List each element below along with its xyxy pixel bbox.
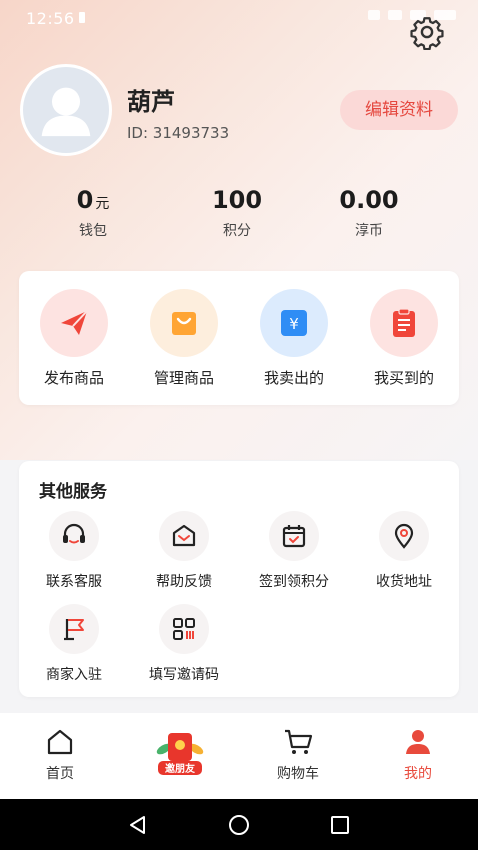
bought-items-button[interactable]: 我买到的	[349, 289, 459, 388]
stat-wallet-value: 0	[76, 186, 94, 214]
other-services-card: 其他服务 联系客服 帮助反馈 签到领积分 收货地址 商家入驻 填写邀请码	[19, 461, 459, 697]
manage-items-label: 管理商品	[153, 369, 214, 387]
help-feedback-label: 帮助反馈	[156, 574, 212, 590]
tab-cart[interactable]: 购物车	[238, 713, 358, 799]
checkin-points-label: 签到领积分	[259, 574, 329, 590]
invite-code-button[interactable]: 填写邀请码	[129, 604, 239, 684]
headset-icon	[49, 511, 99, 561]
stat-points[interactable]: 100 积分	[177, 186, 297, 240]
stat-wallet[interactable]: 0元 钱包	[33, 186, 153, 240]
invite-friends-badge-icon: 邀朋友	[120, 723, 240, 779]
help-feedback-button[interactable]: 帮助反馈	[129, 511, 239, 591]
avatar-placeholder-icon	[41, 87, 91, 137]
tab-mine[interactable]: 我的	[358, 713, 478, 799]
location-pin-icon	[379, 511, 429, 561]
status-bar: 12:56	[0, 0, 478, 36]
publish-item-label: 发布商品	[43, 369, 104, 387]
envelope-icon	[159, 511, 209, 561]
contact-support-label: 联系客服	[46, 574, 102, 590]
tab-invite-friends[interactable]: 邀朋友	[120, 713, 240, 799]
sold-items-button[interactable]: ¥ 我卖出的	[239, 289, 349, 388]
qr-code-icon	[159, 604, 209, 654]
quick-actions-card: 发布商品 管理商品 ¥ 我卖出的 我买到的	[19, 271, 459, 405]
calendar-check-icon	[269, 511, 319, 561]
merchant-join-label: 商家入驻	[46, 667, 102, 683]
manage-items-button[interactable]: 管理商品	[129, 289, 239, 388]
home-icon	[0, 725, 120, 759]
tab-cart-label: 购物车	[277, 766, 319, 782]
shipping-address-label: 收货地址	[376, 574, 432, 590]
status-time: 12:56	[26, 9, 75, 28]
tab-mine-label: 我的	[404, 766, 432, 782]
invite-code-label: 填写邀请码	[149, 667, 219, 683]
avatar[interactable]	[20, 64, 112, 156]
invite-friends-label: 邀朋友	[165, 762, 195, 775]
user-icon	[358, 725, 478, 759]
svg-text:¥: ¥	[289, 315, 299, 333]
mute-icon	[368, 10, 380, 20]
checkin-points-button[interactable]: 签到领积分	[239, 511, 349, 591]
stat-points-label: 积分	[223, 223, 251, 239]
stat-wallet-label: 钱包	[79, 223, 107, 239]
publish-item-button[interactable]: 发布商品	[19, 289, 129, 388]
clipboard-icon	[370, 289, 438, 357]
stat-points-value: 100	[211, 186, 263, 214]
shipping-address-button[interactable]: 收货地址	[349, 511, 459, 591]
wifi-icon	[388, 10, 402, 20]
services-title: 其他服务	[39, 482, 107, 502]
system-nav-bar	[0, 799, 478, 850]
bought-items-label: 我买到的	[373, 369, 434, 387]
home-circle-icon[interactable]	[223, 809, 255, 841]
merchant-join-button[interactable]: 商家入驻	[19, 604, 129, 684]
stat-coins-value: 0.00	[339, 186, 399, 214]
sold-items-label: 我卖出的	[263, 369, 324, 387]
flag-icon	[49, 604, 99, 654]
edit-profile-button[interactable]: 编辑资料	[340, 90, 458, 130]
shopping-cart-icon	[238, 725, 358, 759]
user-name: 葫芦	[127, 88, 175, 116]
tab-home[interactable]: 首页	[0, 713, 120, 799]
stat-coins[interactable]: 0.00 淳币	[309, 186, 429, 240]
settings-gear-icon[interactable]	[409, 14, 445, 51]
contact-support-button[interactable]: 联系客服	[19, 511, 129, 591]
recents-icon[interactable]	[324, 809, 356, 841]
sim-icon	[79, 12, 85, 23]
shopping-bag-icon	[150, 289, 218, 357]
yen-icon: ¥	[260, 289, 328, 357]
paper-plane-icon	[40, 289, 108, 357]
tab-home-label: 首页	[46, 766, 74, 782]
stat-wallet-unit: 元	[95, 196, 110, 212]
bottom-tab-bar: 首页 邀朋友 购物车 我的	[0, 713, 478, 799]
user-id: ID: 31493733	[127, 124, 230, 142]
stat-coins-label: 淳币	[355, 223, 383, 239]
back-icon[interactable]	[122, 809, 154, 841]
